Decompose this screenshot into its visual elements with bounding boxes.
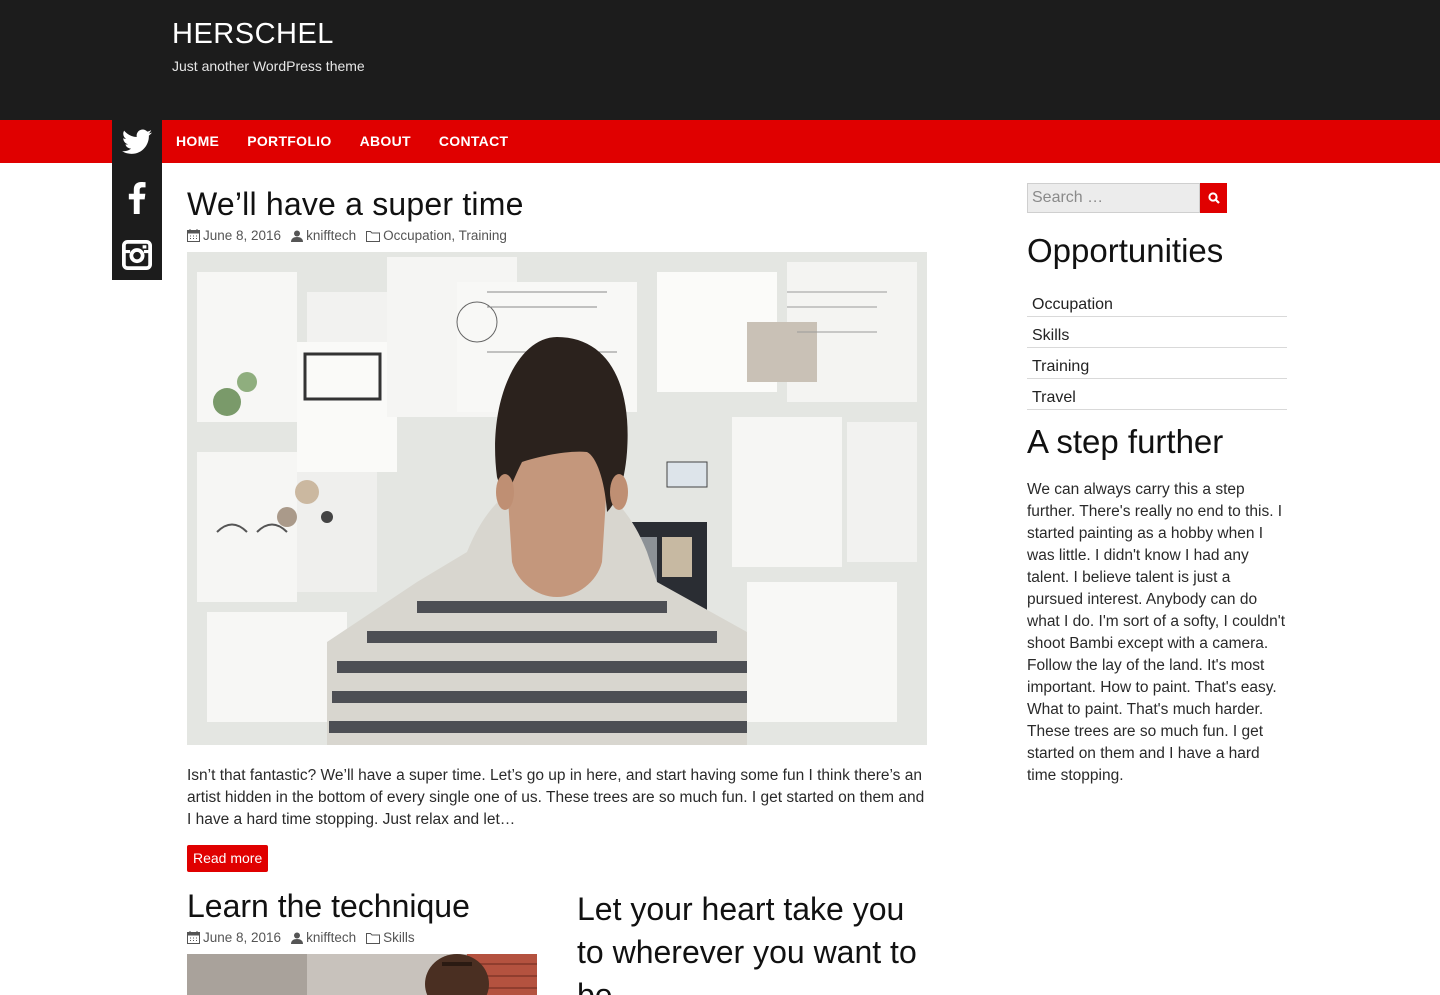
post-author-text[interactable]: knifftech <box>306 228 356 243</box>
post-date: June 8, 2016 <box>187 930 281 945</box>
user-icon <box>291 932 304 944</box>
nav-item-portfolio: PORTFOLIO <box>233 133 345 151</box>
post-categories-text[interactable]: Occupation, Training <box>383 228 507 243</box>
folder-icon <box>366 230 381 242</box>
search-form <box>1027 183 1227 213</box>
post-categories: Skills <box>366 930 415 945</box>
widget-title-opportunities: Opportunities <box>1027 232 1224 269</box>
post-meta: June 8, 2016 knifftech Occupation, Train… <box>187 228 517 243</box>
list-item: Skills <box>1027 317 1287 348</box>
category-link-training[interactable]: Training <box>1032 358 1089 376</box>
main-nav: HOME PORTFOLIO ABOUT CONTACT <box>0 120 1440 163</box>
post-author-text[interactable]: knifftech <box>306 930 356 945</box>
post-categories: Occupation, Training <box>366 228 507 243</box>
post-date-text[interactable]: June 8, 2016 <box>203 228 281 243</box>
widget-title-step-further: A step further <box>1027 423 1224 460</box>
list-item: Training <box>1027 348 1287 379</box>
category-list: Occupation Skills Training Travel <box>1027 286 1287 410</box>
post-title-heart[interactable]: Let your heart take you to wherever you … <box>577 888 937 995</box>
calendar-icon <box>187 229 200 242</box>
instagram-icon[interactable] <box>112 235 162 275</box>
post-date: June 8, 2016 <box>187 228 281 243</box>
read-more-button[interactable]: Read more <box>187 845 269 872</box>
post-thumbnail-learn[interactable] <box>187 954 537 995</box>
nav-link-home[interactable]: HOME <box>176 133 219 149</box>
site-title[interactable]: HERSCHEL <box>172 18 334 51</box>
folder-icon <box>366 932 381 944</box>
site-tagline: Just another WordPress theme <box>172 58 365 74</box>
user-icon <box>291 230 304 242</box>
post-title-learn[interactable]: Learn the technique <box>187 888 470 925</box>
site-header: HERSCHEL Just another WordPress theme <box>0 0 1440 120</box>
calendar-icon <box>187 931 200 944</box>
nav-link-contact[interactable]: CONTACT <box>439 133 509 149</box>
search-input[interactable] <box>1027 183 1200 213</box>
search-icon <box>1207 192 1220 204</box>
list-item: Occupation <box>1027 286 1287 317</box>
widget-text-step-further: We can always carry this a step further.… <box>1027 481 1286 784</box>
social-rail <box>112 0 162 280</box>
post-author: knifftech <box>291 228 356 243</box>
nav-item-contact: CONTACT <box>425 133 523 151</box>
post-date-text[interactable]: June 8, 2016 <box>203 930 281 945</box>
facebook-icon[interactable] <box>112 178 162 218</box>
post-title[interactable]: We’ll have a super time <box>187 186 524 223</box>
twitter-icon[interactable] <box>112 122 162 162</box>
post-author: knifftech <box>291 930 356 945</box>
post-meta-learn: June 8, 2016 knifftech Skills <box>187 930 425 945</box>
nav-item-home: HOME <box>162 133 233 151</box>
post-categories-text[interactable]: Skills <box>383 930 415 945</box>
post-featured-image[interactable] <box>187 252 927 745</box>
category-link-travel[interactable]: Travel <box>1032 389 1076 407</box>
nav-item-about: ABOUT <box>346 133 425 151</box>
post-excerpt: Isn’t that fantastic? We’ll have a super… <box>187 767 925 828</box>
category-link-occupation[interactable]: Occupation <box>1032 296 1113 314</box>
search-button[interactable] <box>1200 183 1227 213</box>
list-item: Travel <box>1027 379 1287 410</box>
category-link-skills[interactable]: Skills <box>1032 327 1069 345</box>
nav-link-portfolio[interactable]: PORTFOLIO <box>247 133 331 149</box>
nav-list: HOME PORTFOLIO ABOUT CONTACT <box>162 120 522 163</box>
nav-link-about[interactable]: ABOUT <box>360 133 411 149</box>
